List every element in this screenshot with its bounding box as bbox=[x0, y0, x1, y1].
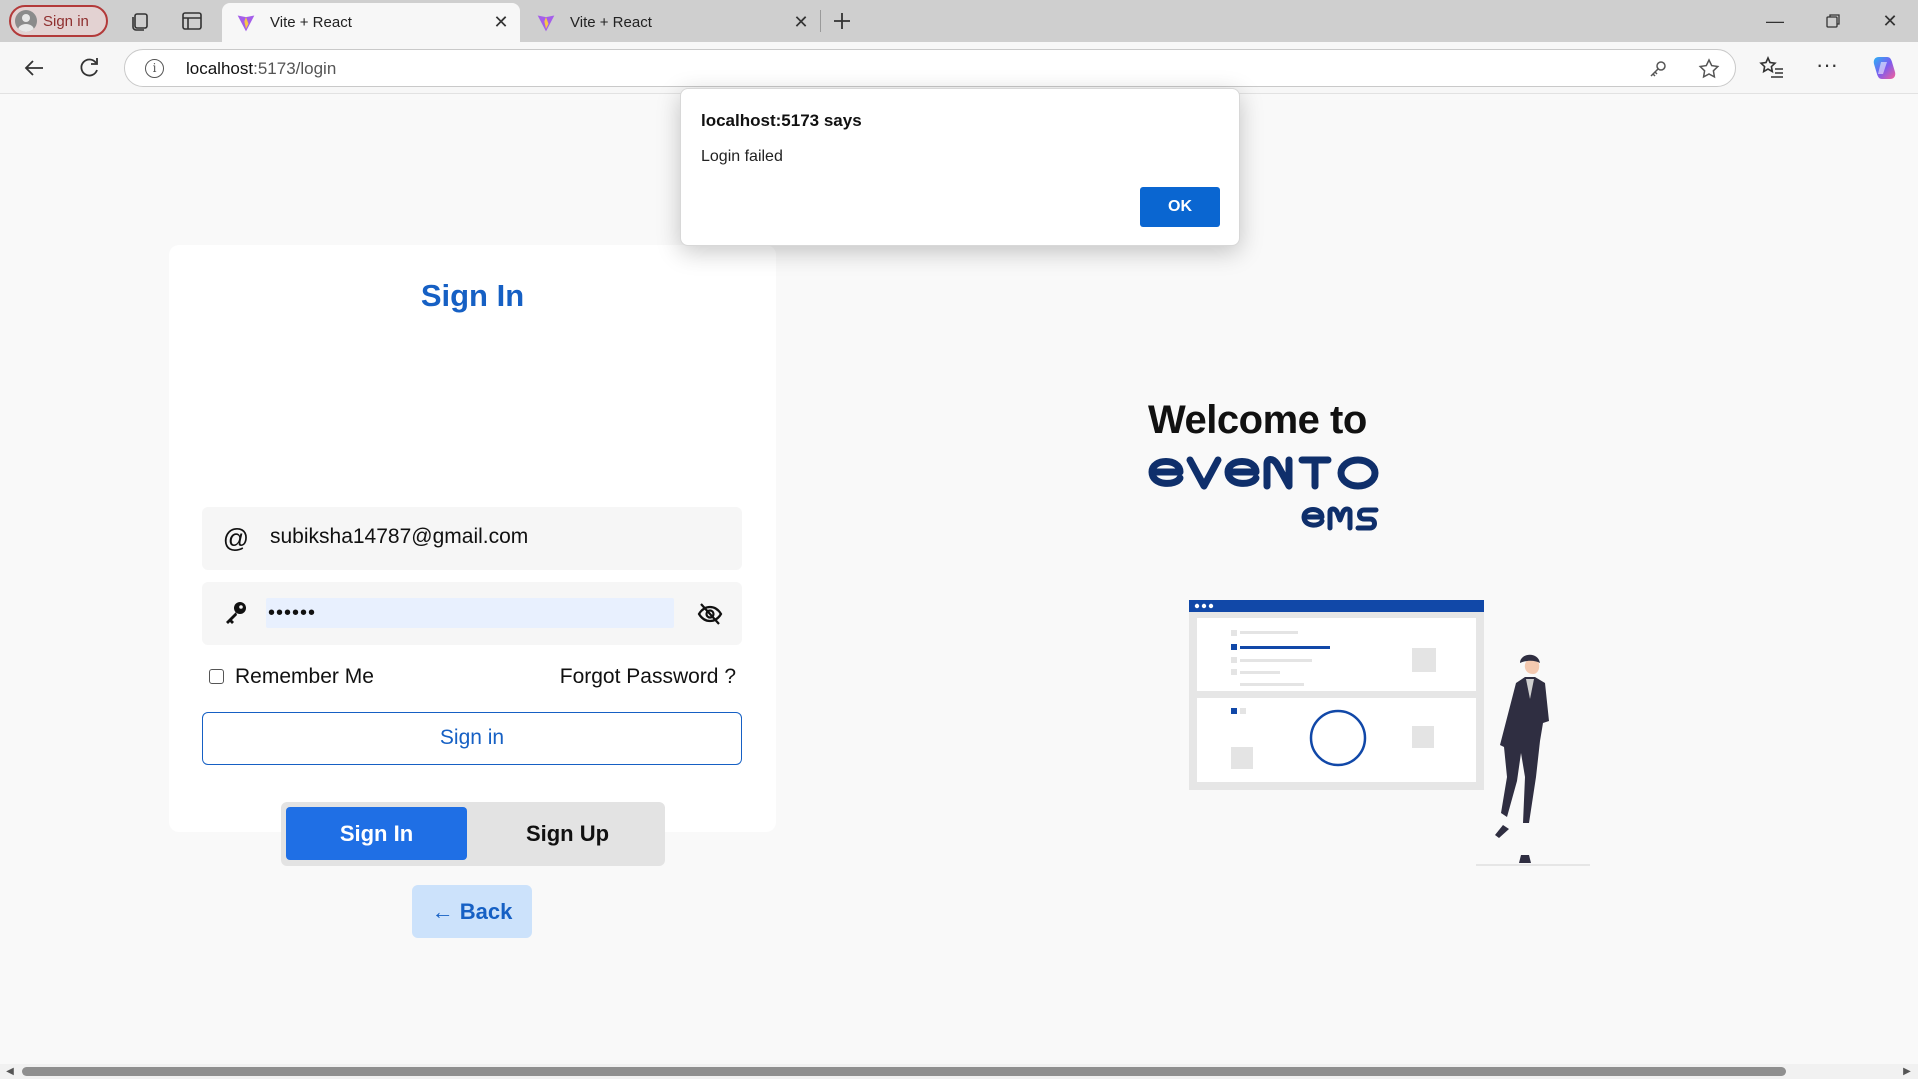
remember-me-checkbox[interactable] bbox=[209, 669, 224, 684]
scrollbar-thumb[interactable] bbox=[22, 1067, 1786, 1076]
vite-icon bbox=[537, 15, 555, 31]
close-icon[interactable]: ✕ bbox=[492, 13, 510, 31]
vite-icon bbox=[237, 15, 255, 31]
evento-logo: evento ems bbox=[1148, 456, 1379, 531]
tab-2[interactable]: Vite + React ✕ bbox=[522, 3, 820, 42]
restore-icon[interactable] bbox=[1820, 8, 1846, 34]
at-sign-icon: @ bbox=[222, 523, 250, 553]
close-icon[interactable]: ✕ bbox=[792, 13, 810, 31]
login-title: Sign In bbox=[420, 278, 525, 313]
password-value: •••••• bbox=[268, 602, 317, 624]
remember-me-label: Remember Me bbox=[235, 665, 374, 688]
toggle-sign-up[interactable]: Sign Up bbox=[477, 807, 658, 860]
url-text: localhost:5173/login bbox=[186, 59, 337, 78]
dashboard-illustration bbox=[1189, 600, 1590, 866]
arrow-left-icon: ← bbox=[431, 899, 454, 924]
info-icon[interactable]: i bbox=[145, 59, 164, 78]
key-icon bbox=[226, 602, 246, 624]
dialog-ok-button[interactable]: OK bbox=[1140, 187, 1220, 227]
horizontal-scrollbar[interactable]: ◀ ▶ bbox=[0, 1064, 1918, 1079]
more-icon[interactable]: ··· bbox=[1813, 54, 1841, 82]
welcome-heading: Welcome to bbox=[1148, 398, 1367, 442]
toggle-sign-in[interactable]: Sign In bbox=[286, 807, 467, 860]
key-icon[interactable] bbox=[1647, 58, 1669, 80]
email-field[interactable]: @ subiksha14787@gmail.com bbox=[202, 507, 742, 570]
profile-button[interactable]: Sign in bbox=[9, 5, 108, 37]
scroll-left-icon[interactable]: ◀ bbox=[3, 1065, 17, 1078]
tab-1-title: Vite + React bbox=[270, 14, 352, 31]
star-icon[interactable] bbox=[1698, 58, 1720, 80]
back-arrow-icon[interactable] bbox=[20, 54, 48, 82]
address-bar[interactable]: i localhost:5173/login bbox=[124, 49, 1736, 87]
back-label: Back bbox=[459, 899, 513, 924]
tab-2-title: Vite + React bbox=[570, 14, 652, 31]
password-field[interactable]: •••••• bbox=[202, 582, 742, 645]
back-button[interactable]: ← Back bbox=[412, 885, 532, 938]
person-icon bbox=[15, 10, 37, 32]
browser-toolbar: i localhost:5173/login ··· bbox=[0, 42, 1918, 94]
minimize-icon[interactable]: — bbox=[1762, 8, 1788, 34]
password-autofill-highlight bbox=[266, 598, 674, 628]
refresh-icon[interactable] bbox=[75, 54, 103, 82]
tab-separator bbox=[820, 10, 821, 32]
tab-1[interactable]: Vite + React ✕ bbox=[222, 3, 520, 42]
auth-mode-toggle: Sign In Sign Up bbox=[281, 802, 665, 866]
collections-icon[interactable] bbox=[128, 9, 152, 33]
close-window-icon[interactable]: ✕ bbox=[1877, 8, 1903, 34]
profile-label: Sign in bbox=[43, 12, 89, 30]
dialog-title: localhost:5173 says bbox=[701, 111, 862, 130]
alert-dialog: localhost:5173 says Login failed OK bbox=[680, 88, 1240, 246]
forgot-password-link[interactable]: Forgot Password ? bbox=[560, 665, 736, 689]
eye-slash-icon[interactable] bbox=[696, 600, 724, 628]
browser-tab-bar: Sign in Vite + React ✕ Vite + React ✕ — … bbox=[0, 0, 1918, 42]
favorites-list-icon[interactable] bbox=[1758, 54, 1786, 82]
tab-actions-icon[interactable] bbox=[180, 9, 204, 33]
sign-in-submit-button[interactable]: Sign in bbox=[202, 712, 742, 765]
scroll-right-icon[interactable]: ▶ bbox=[1900, 1065, 1914, 1078]
dialog-message: Login failed bbox=[701, 148, 783, 165]
login-card: Sign In @ subiksha14787@gmail.com ••••••… bbox=[169, 245, 776, 938]
plus-icon[interactable] bbox=[830, 9, 854, 33]
copilot-icon[interactable] bbox=[1870, 54, 1898, 82]
email-value: subiksha14787@gmail.com bbox=[270, 525, 529, 548]
